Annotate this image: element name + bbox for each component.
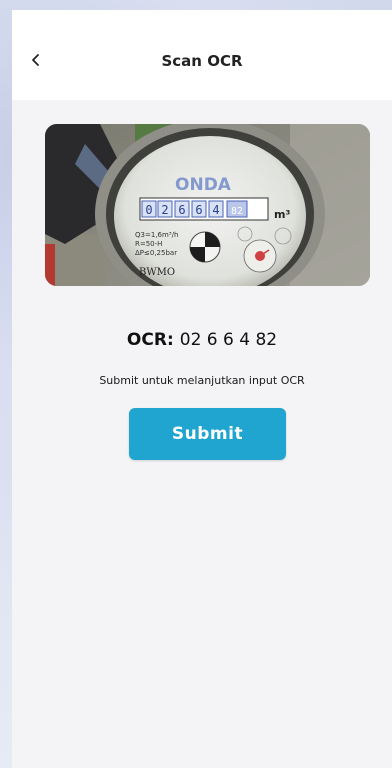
meter-spec-line: Q3=1,6m³/h <box>135 231 178 239</box>
meter-digit: 6 <box>195 203 202 217</box>
water-meter-photo: ONDA 0 2 6 6 4 82 m³ Q3=1,6m³/h R=50-H Δ… <box>45 124 370 286</box>
meter-spec-line: R=50-H <box>135 240 162 248</box>
ocr-result-label: OCR: <box>126 330 174 350</box>
meter-digit: 2 <box>161 203 168 217</box>
meter-digit: 4 <box>212 203 219 217</box>
page-title: Scan OCR <box>161 52 243 70</box>
ocr-result: OCR: 02 6 6 4 82 <box>12 330 392 350</box>
instruction-text: Submit untuk melanjutkan input OCR <box>99 374 305 387</box>
submit-button[interactable]: Submit <box>129 408 286 460</box>
ocr-result-value: 02 6 6 4 82 <box>179 330 278 350</box>
scan-ocr-screen: Scan OCR ONDA 0 2 6 6 4 82 m³ Q3=1,6m³/h… <box>12 10 392 768</box>
meter-spec-line: ΔP≤0,25bar <box>135 249 177 257</box>
app-header: Scan OCR <box>12 10 392 100</box>
meter-unit: m³ <box>274 208 290 221</box>
meter-digit: 82 <box>231 206 243 217</box>
meter-digit: 6 <box>178 203 185 217</box>
meter-illustration: ONDA 0 2 6 6 4 82 m³ Q3=1,6m³/h R=50-H Δ… <box>45 124 370 286</box>
meter-maker: BWMO <box>139 267 175 278</box>
meter-brand: ONDA <box>175 175 232 195</box>
meter-digit: 0 <box>145 203 152 217</box>
